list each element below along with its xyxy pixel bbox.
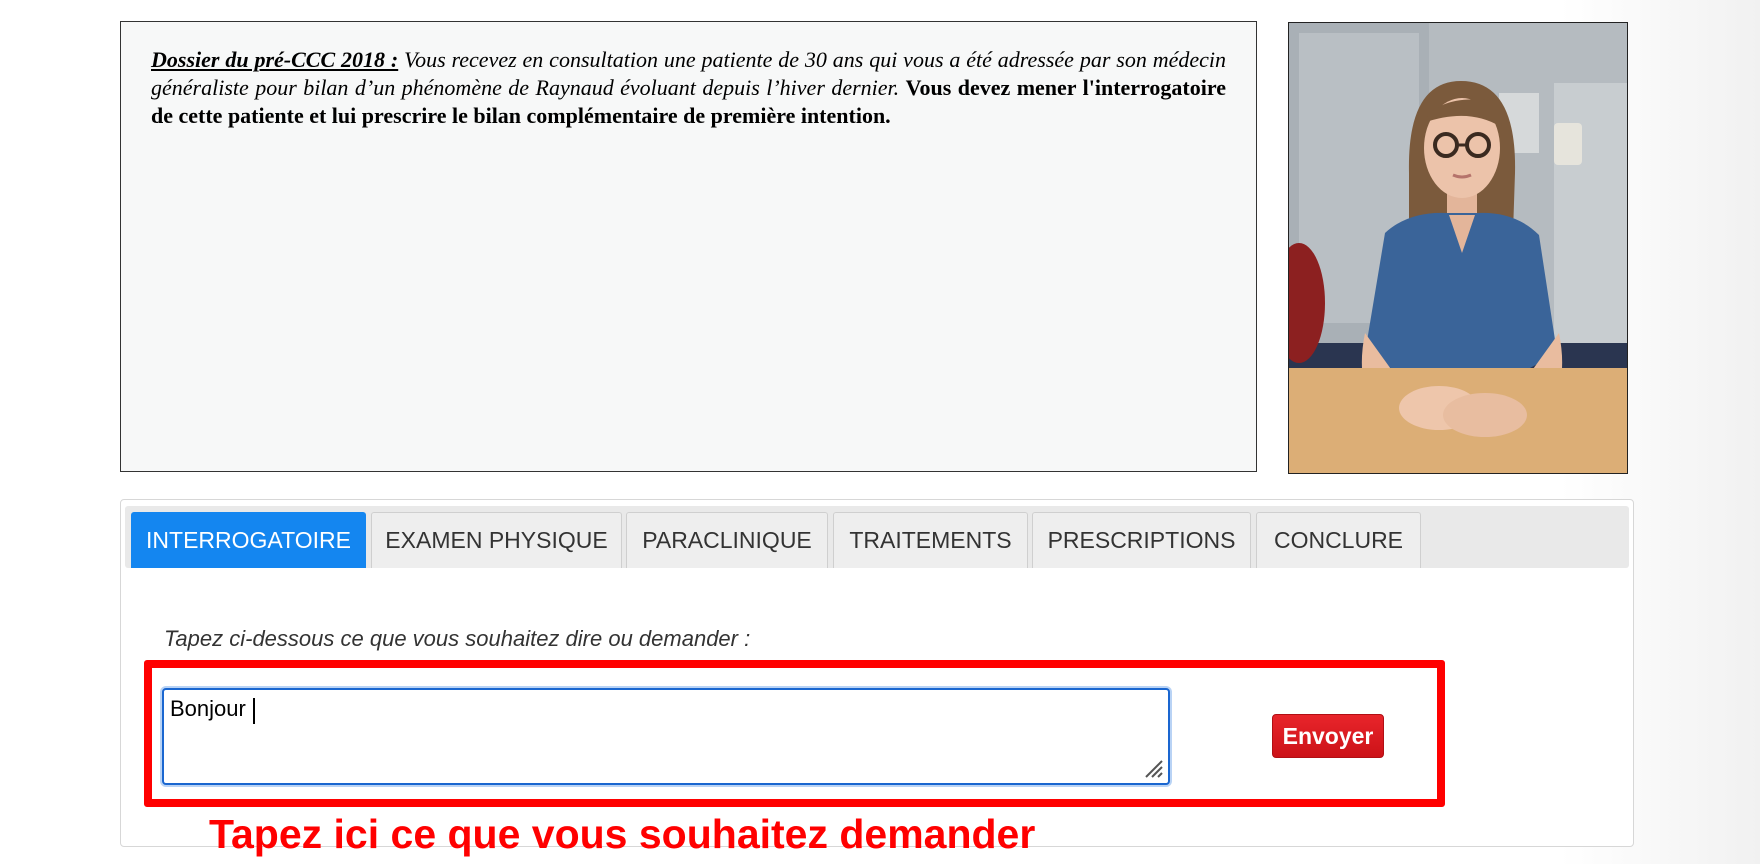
patient-photo [1288,22,1628,474]
tab-examen-physique[interactable]: EXAMEN PHYSIQUE [371,512,622,568]
tab-paraclinique[interactable]: PARACLINIQUE [626,512,828,568]
send-button[interactable]: Envoyer [1272,714,1384,758]
tab-bar: INTERROGATOIRE EXAMEN PHYSIQUE PARACLINI… [125,506,1629,568]
tab-traitements[interactable]: TRAITEMENTS [833,512,1028,568]
case-title: Dossier du pré-CCC 2018 : [151,47,399,72]
annotation-hint: Tapez ici ce que vous souhaitez demander [209,811,1036,857]
resize-grip-icon[interactable] [1142,757,1164,779]
case-description: Dossier du pré-CCC 2018 : Vous recevez e… [120,21,1257,472]
text-cursor [253,698,255,724]
question-input[interactable] [162,688,1170,785]
tab-prescriptions[interactable]: PRESCRIPTIONS [1032,512,1251,568]
tab-interrogatoire[interactable]: INTERROGATOIRE [131,512,366,568]
tab-conclure[interactable]: CONCLURE [1256,512,1421,568]
input-prompt-label: Tapez ci-dessous ce que vous souhaitez d… [164,626,751,651]
